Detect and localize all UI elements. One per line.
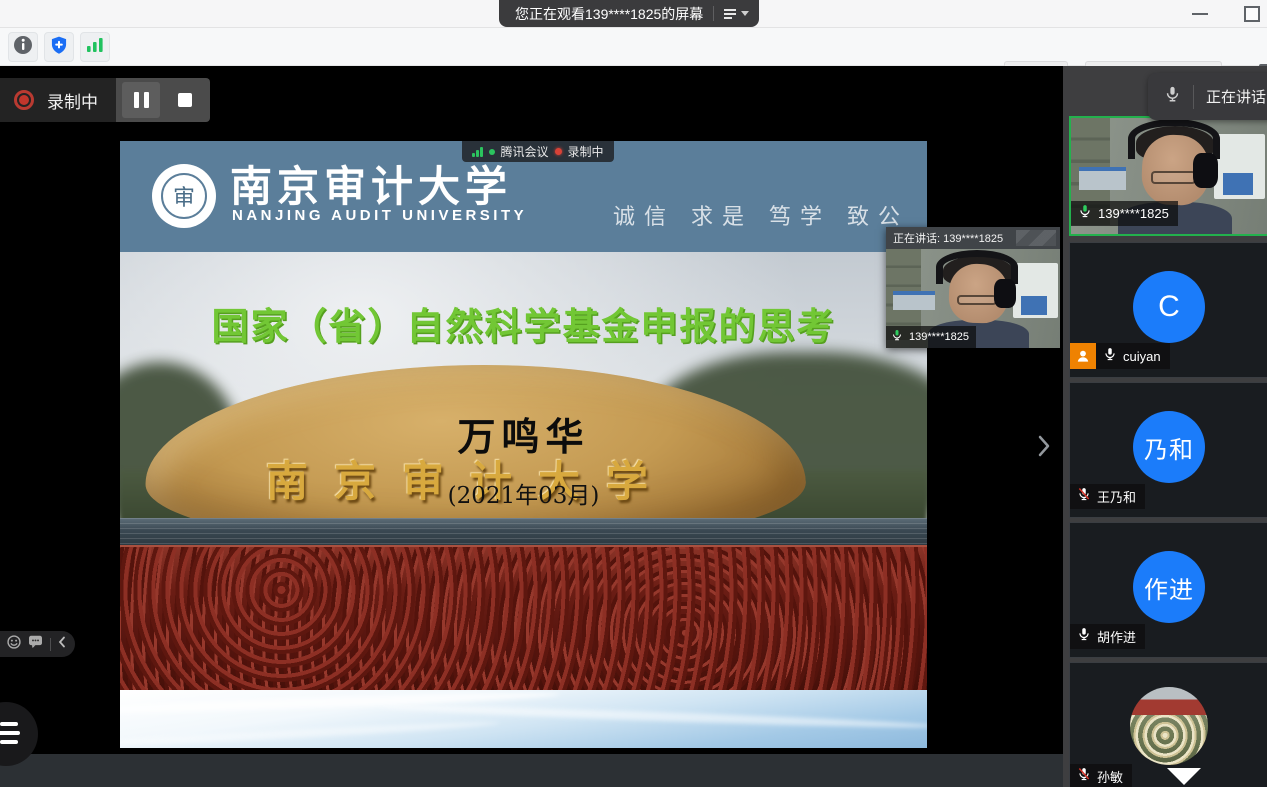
- speaker-video: 139****1825: [886, 249, 1060, 348]
- campus-photo: 南京审计大学 国家（省）自然科学基金申报的思考 万鸣华 (2021年03月): [120, 252, 927, 690]
- red-flowers-strip: [120, 545, 927, 690]
- university-name-cn: 南京审计大学: [230, 153, 512, 214]
- badge-app-name: 腾讯会议: [501, 143, 549, 160]
- speaking-indicator-panel: 正在讲话: [1148, 73, 1267, 120]
- participant-name-tag: 王乃和: [1070, 484, 1145, 509]
- recording-control-bar: 录制中: [0, 78, 210, 122]
- info-icon: [13, 35, 33, 60]
- participant-name: 139****1825: [1098, 206, 1169, 221]
- tencent-meeting-window: 您正在观看139****1825的屏幕 31:10: [0, 0, 1267, 787]
- participant-name-tag: cuiyan: [1096, 343, 1170, 369]
- watching-banner: 您正在观看139****1825的屏幕: [499, 0, 759, 27]
- stage-bottom-strip: [0, 754, 1063, 787]
- speaker-name: 139****1825: [909, 331, 969, 343]
- participants-sidebar: 139****1825 C cuiyan 乃和: [1063, 66, 1267, 787]
- floating-speaker-header: 正在讲话: 139****1825: [886, 227, 1060, 249]
- participant-tile[interactable]: 乃和 王乃和: [1069, 382, 1267, 518]
- speaking-label: 正在讲话: [1206, 86, 1266, 107]
- participant-name-tag: 孙敏: [1070, 764, 1132, 787]
- minimize-button[interactable]: [1186, 2, 1214, 26]
- university-logo-seal: 审: [161, 173, 207, 219]
- panel-divider: [1193, 85, 1194, 109]
- header-decoration: [1016, 230, 1056, 246]
- meeting-info-button[interactable]: [8, 32, 38, 62]
- floating-speaker-window[interactable]: 正在讲话: 139****1825 139****1825: [886, 227, 1060, 348]
- mic-muted-icon: [1077, 487, 1091, 506]
- meeting-toolbar: 31:10 演讲者视图: [0, 28, 1267, 66]
- participant-name: 孙敏: [1097, 767, 1123, 786]
- participant-name: 胡作进: [1097, 627, 1136, 646]
- stop-recording-button[interactable]: [166, 82, 204, 118]
- watching-banner-label: 您正在观看139****1825的屏幕: [515, 4, 703, 24]
- chat-icon[interactable]: [28, 635, 43, 653]
- collapse-left-chevron[interactable]: [58, 635, 66, 653]
- host-badge: [1070, 343, 1096, 369]
- mic-muted-icon: [1077, 767, 1091, 786]
- participant-name-tag: 胡作进: [1070, 624, 1145, 649]
- recording-indicator: 录制中: [0, 78, 116, 122]
- shared-screen-stage: 审 南京审计大学 NANJING AUDIT UNIVERSITY 诚信 求是 …: [0, 66, 1063, 787]
- university-name-en: NANJING AUDIT UNIVERSITY: [232, 207, 527, 224]
- online-dot-icon: [489, 149, 495, 155]
- recording-buttons: [116, 78, 210, 122]
- water-strip: [120, 518, 927, 546]
- record-dot-icon: [555, 148, 562, 155]
- scroll-down-arrow[interactable]: [1167, 768, 1201, 785]
- record-dot-icon: [14, 90, 34, 110]
- presentation-date: (2021年03月): [120, 476, 927, 510]
- speaker-name-tag: 139****1825: [886, 326, 976, 348]
- pill-divider: [50, 638, 51, 651]
- participant-name: 王乃和: [1097, 487, 1136, 506]
- network-status-button[interactable]: [80, 32, 110, 62]
- shared-slide: 审 南京审计大学 NANJING AUDIT UNIVERSITY 诚信 求是 …: [120, 141, 927, 748]
- participant-tile-active-speaker[interactable]: 139****1825: [1069, 116, 1267, 236]
- expand-panel-chevron[interactable]: [1032, 430, 1056, 462]
- wave-footer: [120, 690, 927, 748]
- avatar: 作进: [1133, 551, 1205, 623]
- speaking-now-label: 正在讲话: 139****1825: [893, 230, 1003, 246]
- mic-icon: [1164, 84, 1181, 109]
- avatar: 乃和: [1133, 411, 1205, 483]
- university-motto: 诚信 求是 笃学 致公: [613, 199, 909, 231]
- signal-bars-icon: [86, 37, 104, 58]
- badge-record-label: 录制中: [568, 143, 604, 160]
- shield-icon: [49, 35, 69, 60]
- mic-active-icon: [1078, 204, 1092, 223]
- recording-label: 录制中: [47, 88, 98, 113]
- mic-active-icon: [891, 328, 903, 346]
- avatar-photo: [1130, 687, 1208, 765]
- university-logo: 审: [152, 164, 216, 228]
- titlebar: 您正在观看139****1825的屏幕: [0, 0, 1267, 28]
- participant-tile[interactable]: 作进 胡作进: [1069, 522, 1267, 658]
- maximize-button[interactable]: [1238, 2, 1266, 26]
- participant-name: cuiyan: [1123, 349, 1161, 364]
- mic-on-icon: [1077, 627, 1091, 646]
- signal-bars-icon: [472, 147, 483, 157]
- avatar: C: [1133, 271, 1205, 343]
- reaction-toolbar: [0, 631, 75, 657]
- banner-menu-icon[interactable]: [724, 8, 749, 20]
- emoji-icon[interactable]: [7, 635, 21, 654]
- participant-tile[interactable]: C cuiyan: [1069, 242, 1267, 378]
- mic-on-icon: [1103, 347, 1117, 366]
- pause-recording-button[interactable]: [122, 82, 160, 118]
- recording-status-badge: 腾讯会议 录制中: [462, 141, 614, 162]
- participant-name-tag: 139****1825: [1071, 201, 1178, 226]
- slide-title: 国家（省）自然科学基金申报的思考: [120, 296, 927, 350]
- security-button[interactable]: [44, 32, 74, 62]
- presenter-name: 万鸣华: [120, 406, 927, 461]
- banner-divider: [713, 6, 714, 21]
